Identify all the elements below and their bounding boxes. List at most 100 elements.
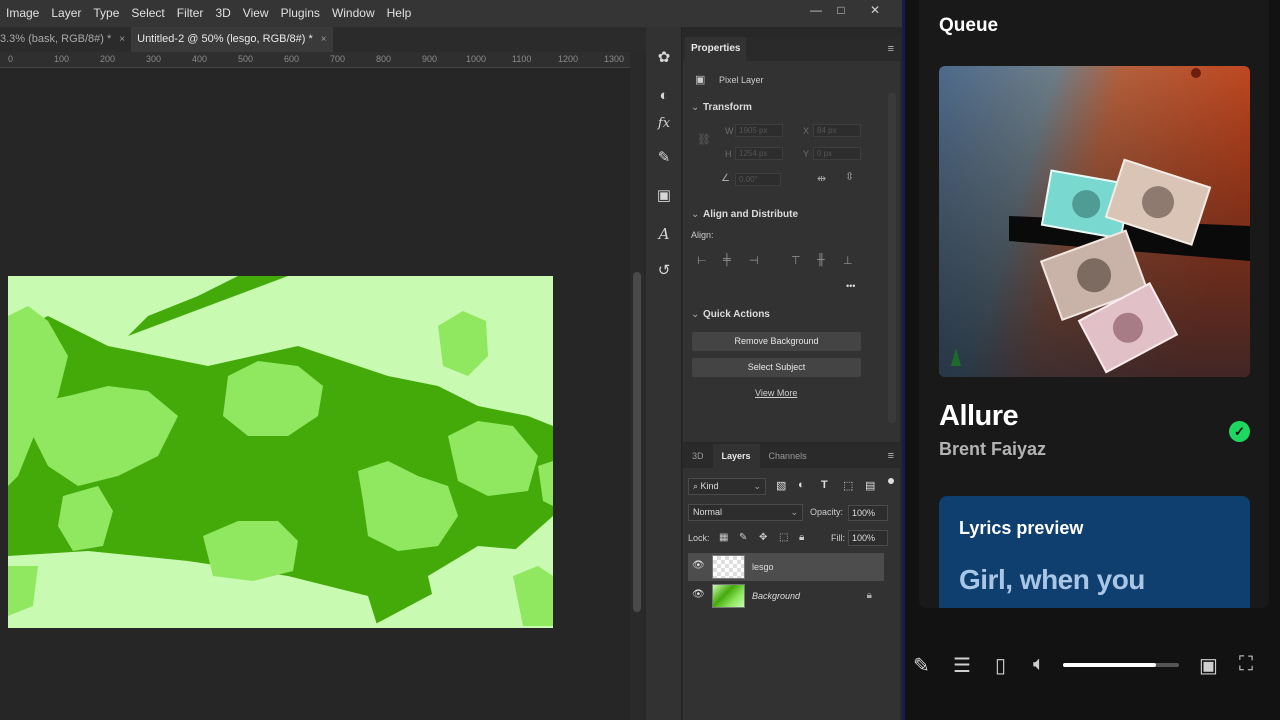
transform-section-header[interactable]: ⌄ Transform — [691, 102, 752, 113]
lock-transparent-icon[interactable]: ▦ — [719, 532, 728, 543]
maximize-button[interactable]: □ — [829, 3, 853, 17]
fullscreen-icon[interactable]: ⛶ — [1239, 653, 1253, 676]
chevron-down-icon: ⌄ — [753, 481, 761, 491]
align-section-header[interactable]: ⌄ Align and Distribute — [691, 209, 798, 220]
filter-kind-select[interactable]: ⌕ Kind ⌄ — [688, 478, 766, 495]
clone-source-icon[interactable]: ▣ — [652, 185, 676, 207]
opacity-field[interactable]: 100% — [848, 505, 888, 521]
filter-shape-icon[interactable]: ⬚ — [843, 479, 853, 492]
flip-vertical-icon[interactable]: ⇳ — [845, 170, 854, 183]
canvas-artwork[interactable] — [8, 276, 553, 628]
x-field[interactable]: 84 px — [813, 124, 861, 137]
volume-slider[interactable] — [1063, 663, 1179, 667]
ruler-tick: 1200 — [558, 54, 579, 64]
panel-menu-icon[interactable]: ≡ — [888, 450, 894, 462]
properties-tab[interactable]: Properties — [685, 37, 747, 61]
height-field[interactable]: 1254 px — [735, 147, 783, 160]
doc-tab-untitled-2[interactable]: Untitled-2 @ 50% (lesgo, RGB/8#) * × — [131, 27, 333, 52]
remove-background-button[interactable]: Remove Background — [692, 332, 861, 351]
palette-icon[interactable]: ✿ — [652, 47, 676, 69]
canvas-vertical-scrollbar[interactable] — [630, 52, 644, 720]
queue-icon[interactable]: ☰ — [953, 653, 971, 678]
pixel-layer-icon: ▣ — [695, 74, 706, 86]
tab-3d[interactable]: 3D — [683, 444, 713, 468]
link-icon[interactable]: ⛓ — [697, 133, 711, 146]
visibility-eye-icon[interactable]: 👁︎ — [692, 589, 705, 600]
close-window-button[interactable]: ✕ — [863, 3, 887, 17]
filter-adjustment-icon[interactable]: ◐ — [798, 479, 805, 491]
menu-type[interactable]: Type — [87, 0, 125, 27]
blend-mode-select[interactable]: Normal ⌄ — [688, 504, 803, 521]
layer-name[interactable]: Background — [752, 591, 800, 601]
menu-plugins[interactable]: Plugins — [275, 0, 326, 27]
album-cover[interactable] — [939, 66, 1250, 377]
horizontal-ruler[interactable]: 0 100 200 300 400 500 600 700 800 900 10… — [0, 52, 630, 68]
fx-icon[interactable]: fx — [652, 113, 676, 135]
layer-name[interactable]: lesgo — [752, 562, 774, 572]
flip-horizontal-icon[interactable]: ⇹ — [817, 172, 826, 185]
filter-pixel-icon[interactable]: ▧ — [776, 479, 786, 492]
spotify-window: Queue Allure Brent Faiyaz ✓ Lyrics previ… — [905, 0, 1280, 720]
panel-menu-icon[interactable]: ≡ — [888, 43, 894, 55]
menu-3d[interactable]: 3D — [209, 0, 236, 27]
more-options-icon[interactable]: ••• — [846, 281, 855, 291]
menu-bar: Image Layer Type Select Filter 3D View P… — [0, 0, 902, 27]
align-left-icon[interactable]: ⊢ — [697, 254, 707, 267]
align-hcenter-icon[interactable]: ╪ — [723, 254, 731, 266]
properties-panel: Properties ≡ ▣ Pixel Layer ⌄ Transform ⛓ … — [683, 37, 900, 442]
chevron-down-icon: ⌄ — [691, 209, 700, 220]
kind-value: Kind — [700, 481, 719, 491]
menu-window[interactable]: Window — [326, 0, 381, 27]
lock-all-icon[interactable]: 🔒︎ — [799, 532, 804, 543]
visibility-eye-icon[interactable]: 👁︎ — [692, 560, 705, 571]
filter-toggle-icon[interactable] — [888, 478, 894, 484]
doc-tab-bask[interactable]: 3.3% (bask, RGB/8#) * × — [0, 27, 131, 52]
lyrics-preview-card[interactable]: Lyrics preview Girl, when you — [939, 496, 1250, 608]
lock-artboard-icon[interactable]: ⬚ — [779, 532, 788, 543]
filter-smart-object-icon[interactable]: ▤ — [865, 479, 875, 492]
y-field[interactable]: 0 px — [813, 147, 861, 160]
align-right-icon[interactable]: ⊣ — [749, 254, 759, 267]
song-title[interactable]: Allure — [939, 400, 1019, 433]
align-vcenter-icon[interactable]: ╫ — [817, 254, 825, 266]
volume-icon[interactable]: 🔈︎ — [1033, 653, 1045, 676]
tab-channels[interactable]: Channels — [760, 444, 816, 468]
character-icon[interactable]: A — [652, 223, 676, 245]
microphone-icon[interactable]: ✎ — [913, 653, 930, 678]
fill-field[interactable]: 100% — [848, 530, 888, 546]
view-more-link[interactable]: View More — [755, 388, 797, 398]
layer-row-lesgo[interactable]: 👁︎ lesgo — [688, 553, 884, 581]
lock-position-icon[interactable]: ✥ — [759, 532, 767, 543]
align-top-icon[interactable]: ⊤ — [791, 254, 801, 267]
scrollbar-thumb[interactable] — [633, 272, 641, 612]
menu-view[interactable]: View — [237, 0, 275, 27]
artist-name[interactable]: Brent Faiyaz — [939, 439, 1046, 460]
lock-image-icon[interactable]: ✎ — [739, 532, 747, 543]
menu-filter[interactable]: Filter — [171, 0, 210, 27]
height-label: H — [725, 149, 732, 159]
brush-settings-icon[interactable]: ✎ — [652, 147, 676, 169]
menu-select[interactable]: Select — [125, 0, 170, 27]
filter-type-icon[interactable]: T — [821, 479, 828, 491]
ruler-tick: 300 — [146, 54, 162, 64]
check-circle-icon[interactable]: ✓ — [1229, 421, 1250, 442]
adjustments-icon[interactable]: ◐ — [652, 85, 676, 107]
select-subject-button[interactable]: Select Subject — [692, 358, 861, 377]
properties-scrollbar[interactable] — [888, 93, 896, 423]
close-tab-icon[interactable]: × — [119, 27, 125, 52]
miniplayer-icon[interactable]: ▣ — [1199, 653, 1218, 678]
menu-layer[interactable]: Layer — [45, 0, 87, 27]
quick-actions-header[interactable]: ⌄ Quick Actions — [691, 309, 770, 320]
align-bottom-icon[interactable]: ⊥ — [843, 254, 853, 267]
history-icon[interactable]: ↺ — [652, 260, 676, 282]
close-tab-icon[interactable]: × — [321, 27, 327, 52]
angle-field[interactable]: 0.00° — [735, 173, 781, 186]
layer-row-background[interactable]: 👁︎ Background 🔒︎ — [688, 582, 884, 610]
menu-image[interactable]: Image — [0, 0, 45, 27]
tab-layers[interactable]: Layers — [712, 444, 760, 468]
minimize-button[interactable]: — — [804, 3, 828, 17]
menu-help[interactable]: Help — [381, 0, 418, 27]
ruler-tick: 1100 — [512, 54, 532, 64]
connect-device-icon[interactable]: ▯ — [995, 653, 1006, 678]
width-field[interactable]: 1905 px — [735, 124, 783, 137]
